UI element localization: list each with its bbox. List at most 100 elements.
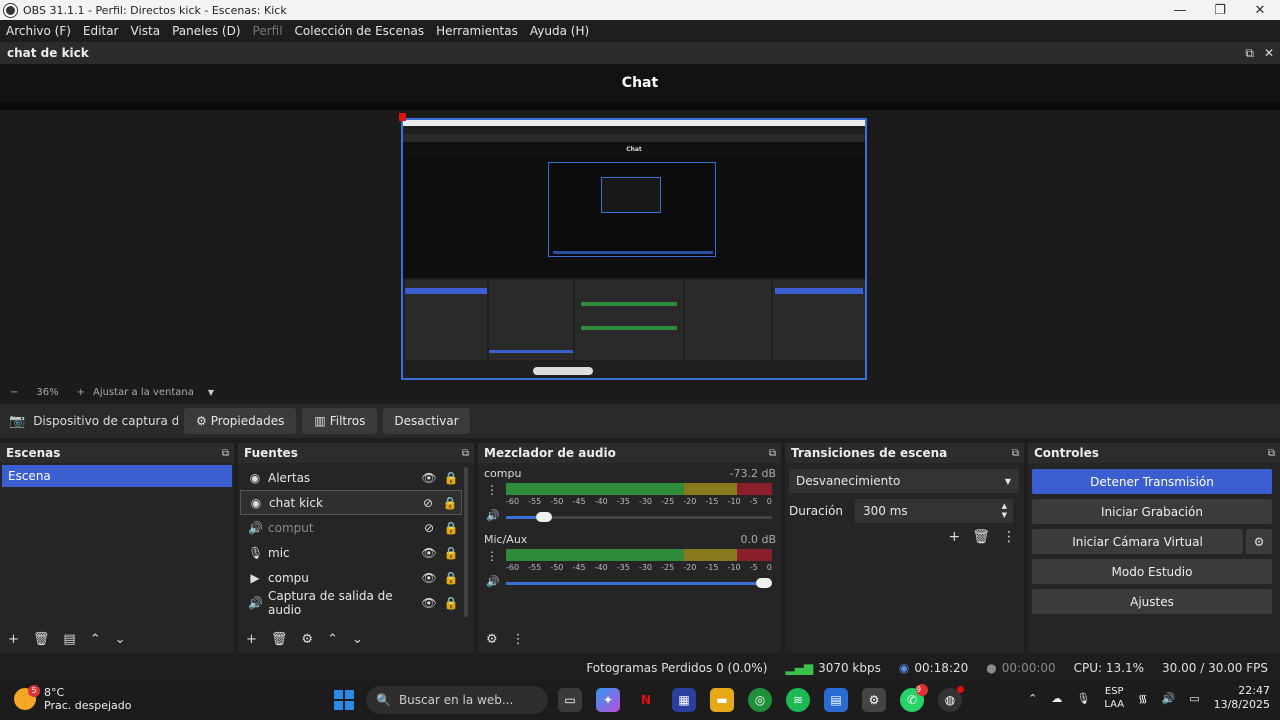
maximize-button[interactable]: ❐: [1200, 3, 1240, 18]
move-up-icon[interactable]: ⌃: [327, 632, 338, 647]
lock-icon[interactable]: 🔒: [440, 546, 462, 560]
volume-icon[interactable]: 🔊: [1161, 692, 1175, 705]
settings-button[interactable]: Ajustes: [1032, 589, 1272, 614]
eye-icon[interactable]: 👁: [418, 571, 440, 585]
move-down-icon[interactable]: ⌄: [115, 632, 126, 647]
settings-app-icon[interactable]: ⚙: [862, 688, 886, 712]
stop-stream-button[interactable]: Detener Transmisión: [1032, 469, 1272, 494]
float-icon[interactable]: ⧉: [1012, 448, 1019, 459]
dock-close-icon[interactable]: ✕: [1264, 46, 1274, 61]
trash-icon[interactable]: 🗑: [271, 632, 288, 647]
volume-knob[interactable]: [536, 512, 552, 522]
whatsapp-icon[interactable]: ✆ 9: [900, 684, 928, 712]
speaker-icon[interactable]: 🔊: [486, 509, 500, 522]
zoom-in-button[interactable]: +: [77, 387, 85, 398]
channel-menu-icon[interactable]: ⋮: [486, 483, 498, 497]
sources-scrollbar[interactable]: [464, 467, 468, 617]
windows-start-icon[interactable]: [334, 690, 354, 710]
source-item[interactable]: ▶ compu 👁 🔒: [240, 565, 462, 590]
lock-icon[interactable]: 🔒: [440, 521, 462, 535]
eye-hidden-icon[interactable]: ⊘: [418, 521, 440, 535]
float-icon[interactable]: ⧉: [769, 448, 776, 459]
channel-menu-icon[interactable]: ⋮: [486, 549, 498, 563]
scene-item[interactable]: Escena: [2, 465, 232, 487]
lock-icon[interactable]: 🔒: [440, 471, 462, 485]
weather-widget[interactable]: 5 8°C Prac. despejado: [14, 685, 131, 712]
speaker-icon[interactable]: 🔊: [486, 575, 500, 588]
add-transition-button[interactable]: +: [948, 529, 960, 545]
netflix-icon[interactable]: N: [634, 688, 658, 712]
preview-area[interactable]: Chat: [0, 110, 1280, 384]
trash-icon[interactable]: 🗑: [33, 632, 50, 647]
eye-icon[interactable]: 👁: [418, 596, 440, 610]
eye-hidden-icon[interactable]: ⊘: [417, 496, 439, 510]
transition-menu-icon[interactable]: ⋮: [1002, 529, 1016, 545]
microphone-icon[interactable]: 🎙: [1076, 692, 1090, 705]
virtual-camera-gear-icon[interactable]: ⚙: [1246, 529, 1272, 554]
task-view-icon[interactable]: ▭: [558, 688, 582, 712]
obs-taskbar-icon[interactable]: ◍: [938, 686, 964, 712]
dock-float-icon[interactable]: ⧉: [1245, 46, 1254, 61]
scene-filter-icon[interactable]: ▤: [63, 632, 75, 647]
transition-select[interactable]: Desvanecimiento ▼: [789, 469, 1019, 493]
menu-perfil[interactable]: Perfil: [247, 24, 289, 38]
menu-vista[interactable]: Vista: [124, 24, 166, 38]
add-source-button[interactable]: +: [246, 632, 257, 647]
gear-icon[interactable]: ⚙: [301, 632, 313, 647]
float-icon[interactable]: ⧉: [222, 448, 229, 459]
file-explorer-icon[interactable]: ▬: [710, 688, 734, 712]
preview-source-frame[interactable]: Chat: [401, 118, 867, 380]
taskbar-search[interactable]: 🔍 Buscar en la web...: [366, 686, 548, 714]
copilot-icon[interactable]: ✦: [596, 688, 620, 712]
start-recording-button[interactable]: Iniciar Grabación: [1032, 499, 1272, 524]
volume-slider[interactable]: [506, 512, 772, 522]
source-item[interactable]: 🎙 mic 👁 🔒: [240, 540, 462, 565]
menu-herramientas[interactable]: Herramientas: [430, 24, 524, 38]
tray-chevron-up-icon[interactable]: ⌃: [1028, 692, 1037, 705]
source-item[interactable]: ◉ Alertas 👁 🔒: [240, 465, 462, 490]
wifi-icon[interactable]: ᯾: [1138, 691, 1147, 706]
lock-icon[interactable]: 🔒: [440, 596, 462, 610]
taskbar-clock[interactable]: 22:47 13/8/2025: [1214, 684, 1270, 712]
eye-icon[interactable]: 👁: [418, 546, 440, 560]
duration-input[interactable]: 300 ms ▲ ▼: [855, 499, 1014, 523]
add-scene-button[interactable]: +: [8, 632, 19, 647]
properties-button[interactable]: ⚙ Propiedades: [184, 408, 297, 434]
battery-icon[interactable]: ▭: [1189, 692, 1199, 705]
language-indicator[interactable]: ESP LAA: [1104, 685, 1124, 711]
source-item[interactable]: 🔊 Captura de salida de audio 👁 🔒: [240, 589, 462, 617]
onedrive-icon[interactable]: ☁: [1051, 692, 1062, 705]
spotify-icon[interactable]: ≋: [786, 688, 810, 712]
advanced-audio-gear-icon[interactable]: ⚙: [486, 632, 498, 647]
menu-archivo[interactable]: Archivo (F): [0, 24, 77, 38]
trash-icon[interactable]: 🗑: [972, 529, 990, 545]
menu-coleccion-escenas[interactable]: Colección de Escenas: [289, 24, 431, 38]
source-item[interactable]: 🔊 comput ⊘ 🔒: [240, 515, 462, 540]
lock-icon[interactable]: 🔒: [440, 571, 462, 585]
notepad-icon[interactable]: ▤: [824, 688, 848, 712]
zoom-out-button[interactable]: −: [10, 387, 18, 398]
float-icon[interactable]: ⧉: [1268, 448, 1275, 459]
store-icon[interactable]: ▦: [672, 688, 696, 712]
volume-knob[interactable]: [756, 578, 772, 588]
lock-icon[interactable]: 🔒: [439, 496, 461, 510]
fit-window-dropdown[interactable]: Ajustar a la ventana: [93, 387, 194, 398]
source-item[interactable]: ◉ chat kick ⊘ 🔒: [240, 490, 462, 515]
deactivate-button[interactable]: Desactivar: [383, 408, 470, 434]
start-virtual-camera-button[interactable]: Iniciar Cámara Virtual: [1032, 529, 1243, 554]
volume-slider[interactable]: [506, 578, 772, 588]
float-icon[interactable]: ⧉: [462, 448, 469, 459]
minimize-button[interactable]: —: [1160, 3, 1200, 18]
menu-ayuda[interactable]: Ayuda (H): [524, 24, 595, 38]
chevron-down-icon[interactable]: ▼: [208, 388, 214, 397]
mixer-menu-icon[interactable]: ⋮: [512, 632, 525, 647]
filters-button[interactable]: ▥ Filtros: [302, 408, 378, 434]
close-button[interactable]: ✕: [1240, 3, 1280, 18]
menu-editar[interactable]: Editar: [77, 24, 125, 38]
studio-mode-button[interactable]: Modo Estudio: [1032, 559, 1272, 584]
duration-stepper[interactable]: ▲ ▼: [1002, 502, 1007, 520]
menu-paneles[interactable]: Paneles (D): [166, 24, 246, 38]
move-up-icon[interactable]: ⌃: [90, 632, 101, 647]
move-down-icon[interactable]: ⌄: [352, 632, 363, 647]
eye-icon[interactable]: 👁: [418, 471, 440, 485]
